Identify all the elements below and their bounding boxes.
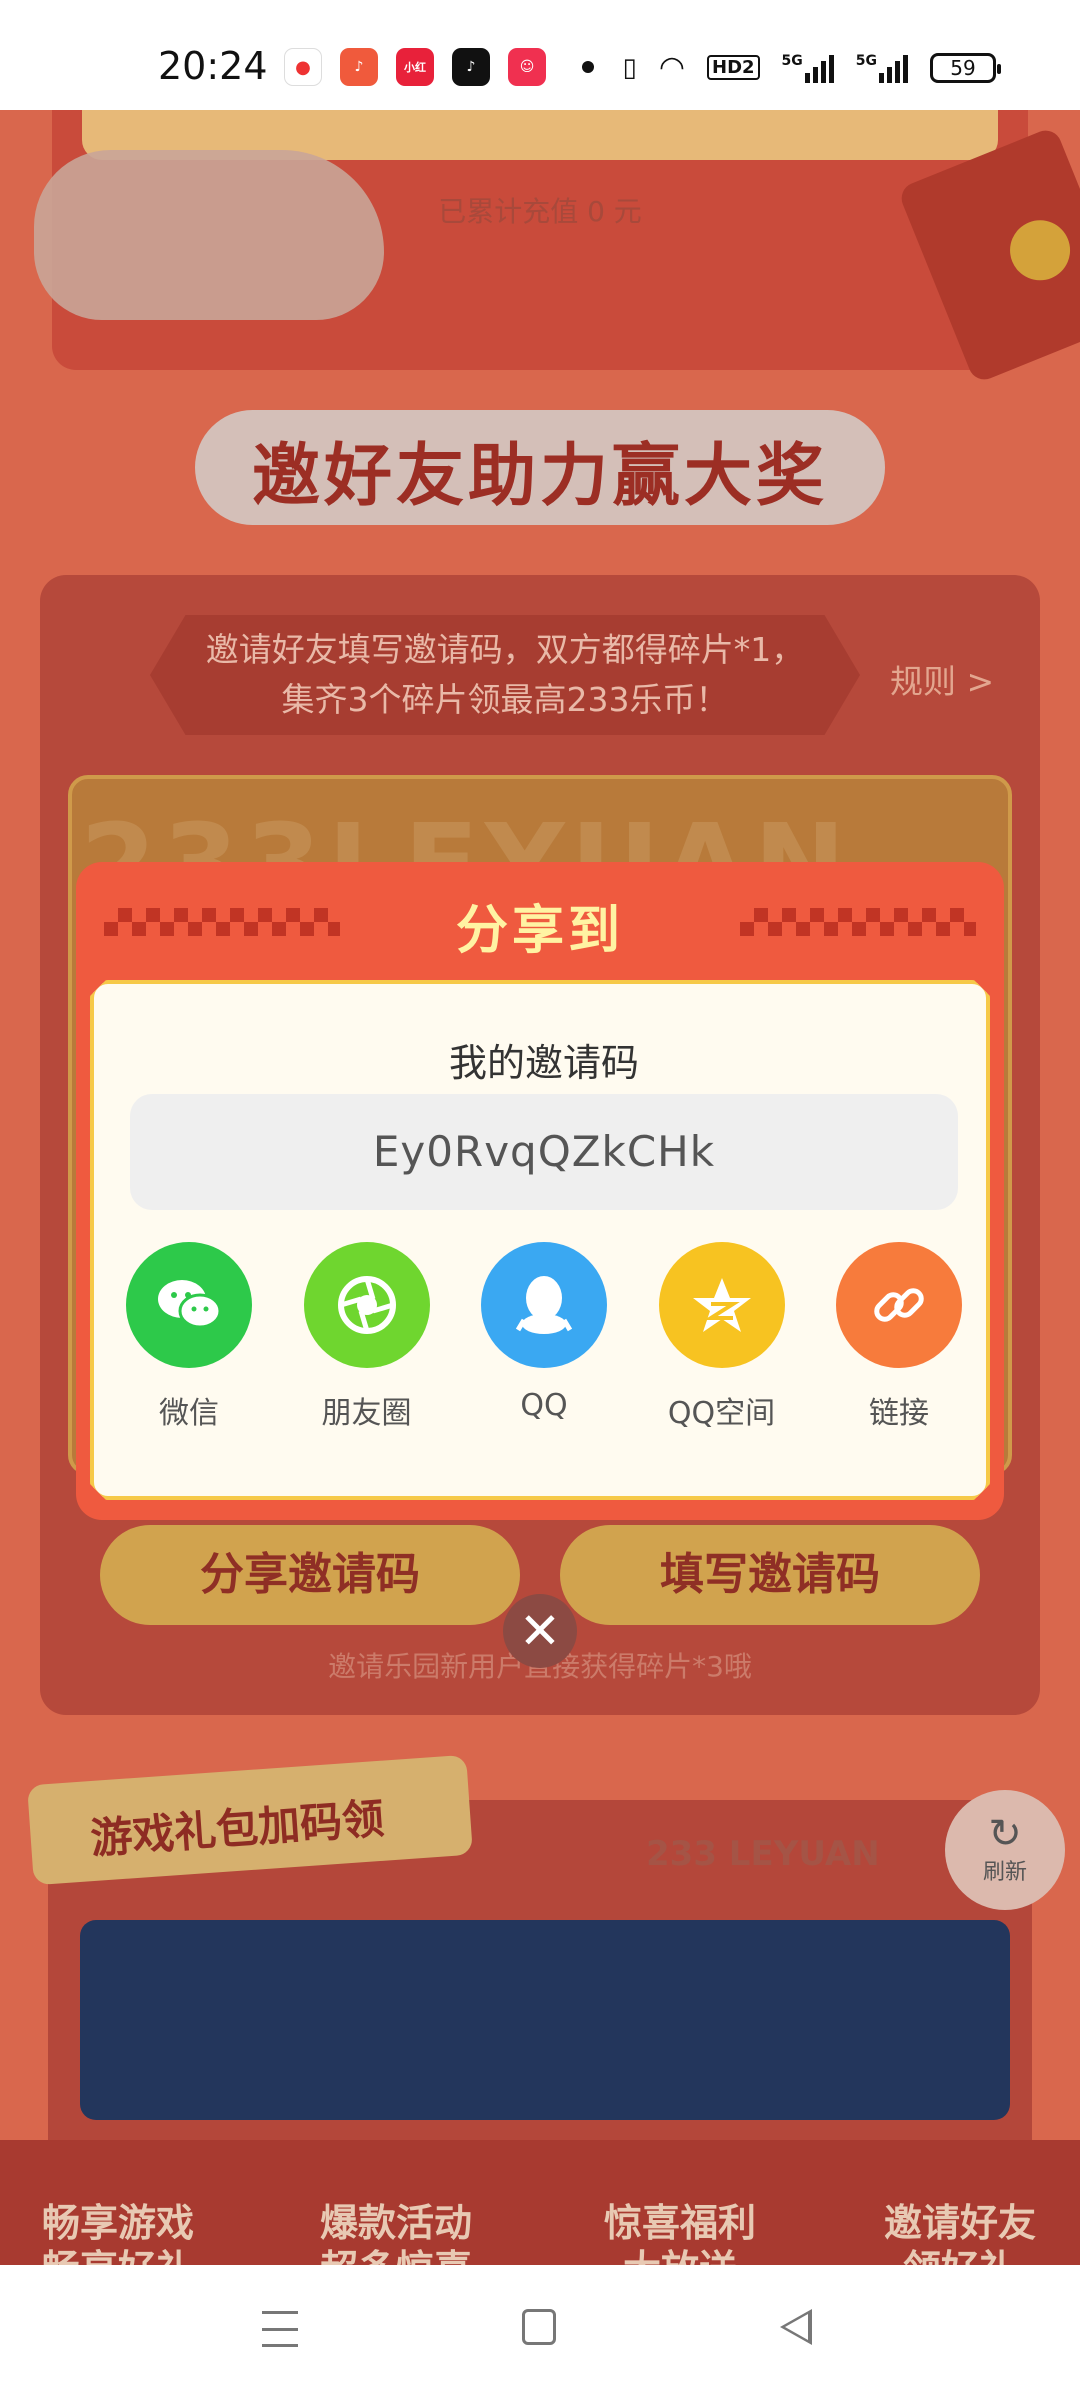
share-wechat-button[interactable]: 微信 (124, 1242, 254, 1432)
signal-1-icon: 5G (782, 53, 834, 83)
game-app-icon: ☺ (508, 48, 546, 86)
close-icon: ✕ (519, 1602, 561, 1660)
invite-code-label: 我的邀请码 (448, 1041, 639, 1085)
moments-icon (304, 1242, 430, 1368)
status-bar: 20:24 ● ♪ 小红 ♪ ☺ ▯ ◠ HD2 5G 5G 59 (0, 0, 1080, 110)
vibrate-icon: ▯ (622, 52, 637, 83)
refresh-icon: ↻ (988, 1811, 1022, 1857)
feature-item: 爆款活动超多惊喜 (319, 2201, 472, 2265)
home-button[interactable] (522, 2309, 556, 2345)
system-icons: ▯ ◠ HD2 5G 5G 59 (622, 50, 1001, 85)
hd-icon: HD2 (707, 55, 760, 80)
show-banner (80, 1920, 1010, 2120)
link-icon (836, 1242, 962, 1368)
recharge-total-text: 已累计充值 0 元 (438, 195, 642, 228)
share-link-button[interactable]: 链接 (834, 1242, 964, 1432)
leyuan-text: 233 LEYUAN (646, 1834, 880, 1874)
share-qq-label: QQ (520, 1388, 568, 1423)
share-moments-label: 朋友圈 (321, 1396, 412, 1431)
share-moments-button[interactable]: 朋友圈 (302, 1242, 432, 1432)
modal-content: 我的邀请码 Ey0RvqQZkCHk 微信 朋友圈 QQ QQ空间 链接 (90, 980, 990, 1500)
map-app-icon: ● (284, 48, 322, 86)
share-link-label: 链接 (869, 1396, 929, 1431)
wifi-icon: ◠ (658, 50, 685, 85)
rules-link[interactable]: 规则 > (890, 655, 994, 703)
share-qzone-label: QQ空间 (667, 1396, 776, 1431)
status-time: 20:24 (158, 44, 268, 88)
share-code-button[interactable]: 分享邀请码 (100, 1525, 520, 1625)
close-modal-button[interactable]: ✕ (503, 1594, 577, 1668)
wechat-icon (126, 1242, 252, 1368)
feature-item: 邀请好友领好礼 (883, 2201, 1036, 2265)
share-qzone-button[interactable]: QQ空间 (657, 1242, 787, 1432)
share-qq-button[interactable]: QQ (479, 1242, 609, 1432)
signal-2-icon: 5G (856, 53, 908, 83)
invite-title: 邀好友助力赢大奖 (251, 437, 828, 516)
more-notifications-dot (582, 61, 594, 73)
music-app-icon: ♪ (340, 48, 378, 86)
share-targets: 微信 朋友圈 QQ QQ空间 链接 (124, 1242, 964, 1432)
refresh-label: 刷新 (982, 1860, 1027, 1885)
rule-text: 邀请好友填写邀请码，双方都得碎片*1，集齐3个碎片领最高233乐币！ (205, 630, 805, 719)
navigation-bar (0, 2265, 1080, 2400)
fill-code-button[interactable]: 填写邀请码 (560, 1525, 980, 1625)
battery-icon: 59 (930, 52, 1001, 83)
back-button[interactable] (780, 2309, 812, 2345)
qzone-icon (659, 1242, 785, 1368)
modal-title: 分享到 (455, 901, 624, 961)
share-wechat-label: 微信 (159, 1396, 219, 1431)
notification-icons: ● ♪ 小红 ♪ ☺ (284, 48, 594, 86)
share-modal: 分享到 我的邀请码 Ey0RvqQZkCHk 微信 朋友圈 QQ QQ空间 链接 (76, 862, 1004, 1520)
invite-code-field[interactable]: Ey0RvqQZkCHk (130, 1094, 958, 1210)
feature-item: 惊喜福利大放送 (603, 2201, 756, 2265)
feature-item: 畅享游戏畅享好礼 (41, 2201, 194, 2265)
store-app-icon: 小红 (396, 48, 434, 86)
cloud-decoration (34, 150, 384, 320)
tiktok-app-icon: ♪ (452, 48, 490, 86)
qq-icon (481, 1242, 607, 1368)
refresh-button[interactable]: ↻ 刷新 (945, 1790, 1065, 1910)
recent-apps-button[interactable] (262, 2311, 298, 2347)
